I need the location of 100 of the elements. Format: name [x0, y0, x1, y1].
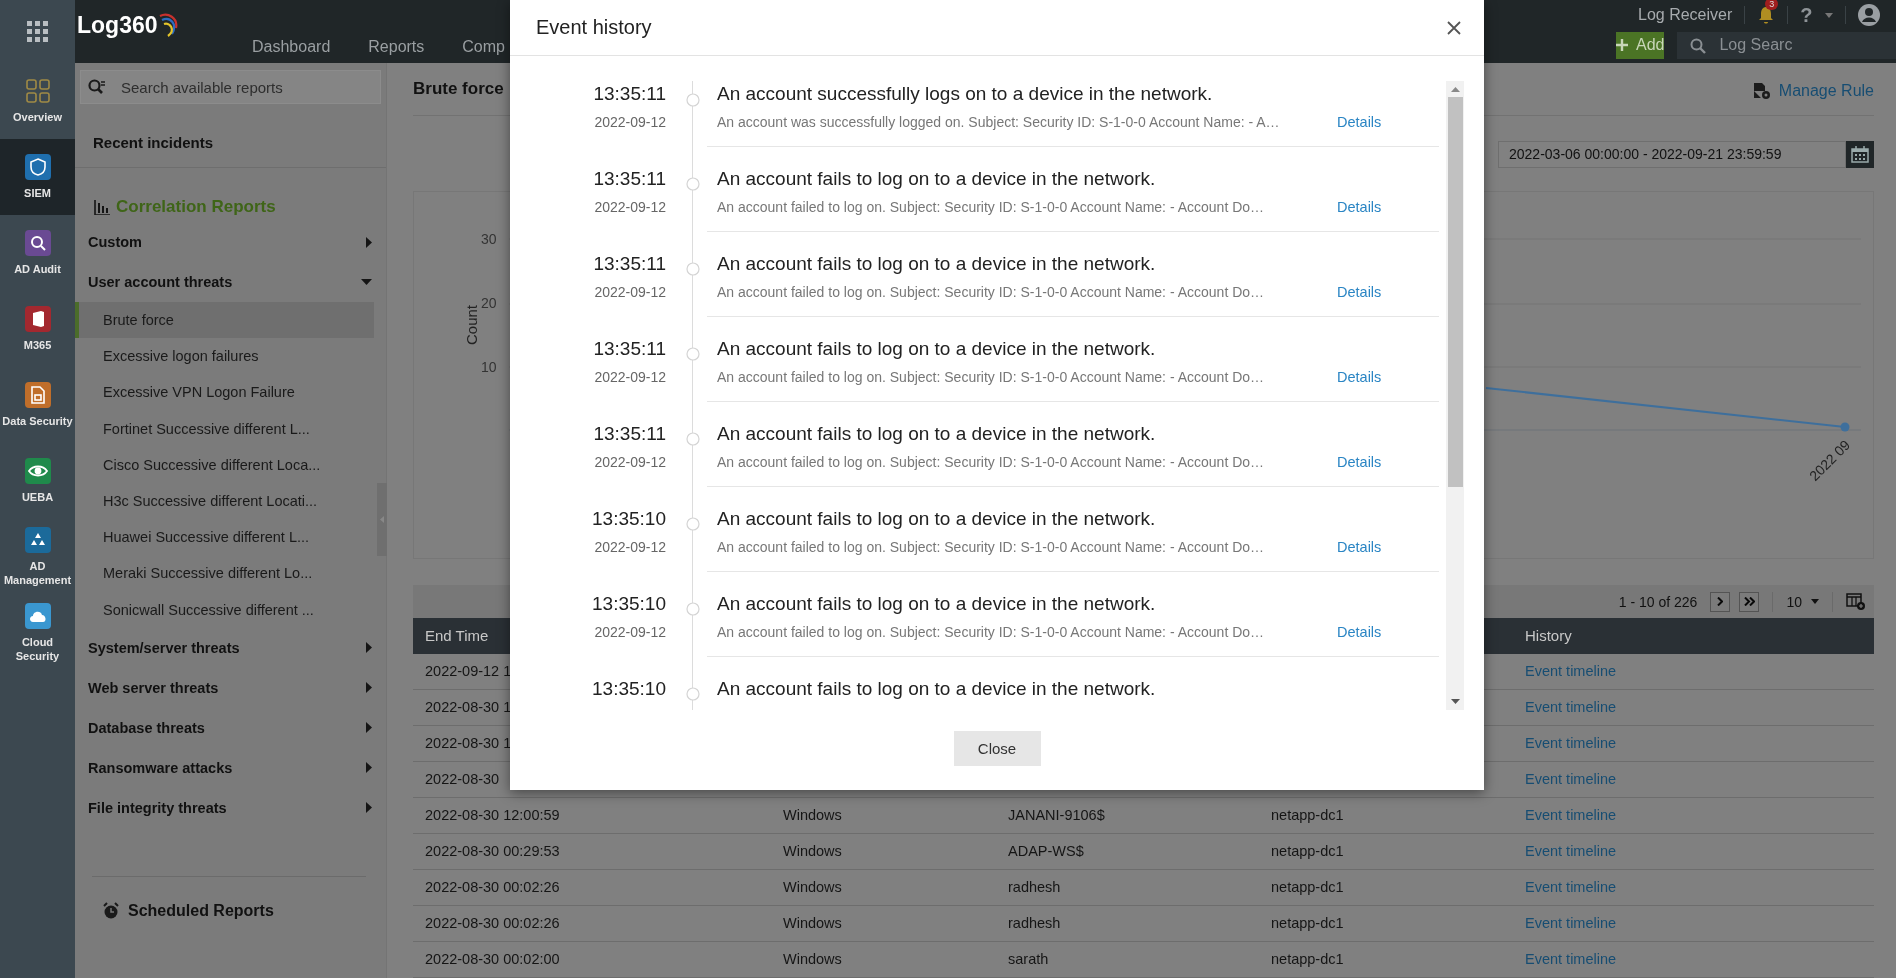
details-link[interactable]: Details: [1337, 114, 1382, 130]
event-timeline-link[interactable]: Event timeline: [1525, 735, 1617, 752]
scrollbar[interactable]: [1446, 81, 1464, 710]
y-tick-label: 30: [481, 230, 497, 247]
scheduled-reports-link[interactable]: Scheduled Reports: [128, 901, 274, 920]
report-title: Brute force: [413, 78, 504, 99]
report-item[interactable]: Excessive VPN Logon Failure: [75, 374, 374, 411]
report-item[interactable]: Cisco Successive different Loca...: [75, 446, 374, 483]
report-group[interactable]: File integrity threats: [80, 787, 386, 828]
log-receiver-link[interactable]: Log Receiver: [1638, 6, 1733, 24]
event-timeline-link[interactable]: Event timeline: [1525, 879, 1617, 896]
module-tab[interactable]: AD Audit: [0, 215, 75, 291]
report-item[interactable]: Huawei Successive different L...: [75, 519, 374, 556]
event-title: An account fails to log on to a device in the network.: [717, 422, 1157, 446]
report-group[interactable]: User account threats: [80, 262, 386, 302]
report-item[interactable]: Fortinet Successive different L...: [75, 410, 374, 447]
nav-tab[interactable]: Dashboard: [252, 38, 331, 56]
module-tab[interactable]: SIEM: [0, 139, 75, 215]
report-item[interactable]: Brute force: [75, 302, 374, 339]
event-time: 13:35:11: [593, 252, 666, 276]
details-link[interactable]: Details: [1337, 199, 1382, 215]
caret-right-icon: [366, 802, 372, 814]
event-description: An account was successfully logged on. Subject: Security ID: S-1-0-0 Account Name: - A…: [717, 114, 1281, 130]
report-search-field[interactable]: Search available reports: [80, 70, 381, 104]
report-item[interactable]: Sonicwall Successive different ...: [75, 591, 374, 628]
data-point: [1840, 422, 1850, 432]
column-header[interactable]: History: [1513, 627, 1874, 645]
table-cell: 2022-08-30 00:02:26: [425, 879, 560, 896]
event-timeline-link[interactable]: Event timeline: [1525, 843, 1617, 860]
bell-icon[interactable]: [1757, 5, 1776, 25]
close-icon[interactable]: [1447, 20, 1461, 35]
event-time: 13:35:11: [593, 337, 666, 361]
report-group[interactable]: System/server threats: [80, 627, 386, 668]
report-group[interactable]: Database threats: [80, 707, 386, 748]
event-timeline-link[interactable]: Event timeline: [1525, 663, 1617, 680]
last-page-button[interactable]: [1739, 591, 1760, 612]
table-cell: Windows: [783, 915, 842, 932]
event-timeline-link[interactable]: Event timeline: [1525, 915, 1617, 932]
add-button[interactable]: Add: [1616, 31, 1665, 59]
collapse-handle[interactable]: [377, 483, 387, 556]
event-timeline-link[interactable]: Event timeline: [1525, 807, 1617, 824]
plus-icon: [1616, 39, 1628, 51]
close-button[interactable]: Close: [953, 730, 1041, 766]
caret-right-icon: [366, 236, 372, 248]
table-cell: radhesh: [1008, 879, 1061, 896]
module-tab[interactable]: Cloud Security: [0, 595, 75, 671]
module-tab[interactable]: UEBA: [0, 443, 75, 519]
module-icon: [24, 527, 51, 553]
event-timeline-link[interactable]: Event timeline: [1525, 951, 1617, 968]
report-group[interactable]: Ransomware attacks: [80, 747, 386, 788]
column-settings-icon[interactable]: [1846, 593, 1866, 611]
caret-icon: [1824, 12, 1833, 18]
event-timeline-link[interactable]: Event timeline: [1525, 771, 1617, 788]
timeline-node-icon: [686, 432, 700, 446]
details-link[interactable]: Details: [1337, 539, 1382, 555]
page-size-select[interactable]: 10: [1786, 593, 1802, 610]
module-tab[interactable]: Data Security: [0, 367, 75, 443]
report-item[interactable]: Excessive logon failures: [75, 338, 374, 375]
module-tab[interactable]: AD Management: [0, 519, 75, 595]
event-description: An account failed to log on. Subject: Security ID: S-1-0-0 Account Name: - Account Do…: [717, 284, 1266, 300]
grid-icon: [24, 78, 51, 104]
event-time: 13:35:11: [593, 422, 666, 446]
event-title: An account fails to log on to a device in the network.: [717, 592, 1157, 616]
table-cell: netapp-dc1: [1271, 951, 1344, 968]
event-timeline-link[interactable]: Event timeline: [1525, 699, 1617, 716]
event-date: 2022-09-12: [594, 114, 666, 130]
app-grid-icon[interactable]: [26, 20, 49, 43]
module-tab[interactable]: M365: [0, 291, 75, 367]
help-button[interactable]: ?: [1800, 3, 1813, 27]
log-search-field[interactable]: Log Searc: [1677, 31, 1896, 59]
next-page-button[interactable]: [1710, 591, 1731, 612]
nav-tab[interactable]: Reports: [368, 38, 425, 56]
avatar-icon[interactable]: [1857, 4, 1880, 26]
timeline-node-icon: [686, 687, 700, 701]
calendar-button[interactable]: [1846, 140, 1874, 168]
search-icon: [88, 79, 106, 95]
report-group[interactable]: Web server threats: [80, 667, 386, 708]
event-title: An account fails to log on to a device in the network.: [717, 167, 1157, 191]
details-link[interactable]: Details: [1337, 369, 1382, 385]
nav-tab[interactable]: Comp: [462, 38, 505, 56]
table-cell: 2022-08-30 12:00:59: [425, 807, 560, 824]
report-item[interactable]: Meraki Successive different Lo...: [75, 555, 374, 592]
report-item[interactable]: H3c Successive different Locati...: [75, 482, 374, 520]
date-range-field[interactable]: 2022-03-06 00:00:00 - 2022-09-21 23:59:59: [1498, 140, 1846, 168]
event-date: 2022-09-12: [594, 454, 666, 470]
event-time: 13:35:11: [593, 167, 666, 191]
details-link[interactable]: Details: [1337, 624, 1382, 640]
calendar-icon: [1851, 145, 1869, 163]
bar-chart-icon: [94, 199, 110, 215]
table-cell: Windows: [783, 843, 842, 860]
details-link[interactable]: Details: [1337, 284, 1382, 300]
caret-right-icon: [366, 642, 372, 654]
recent-incidents-link[interactable]: Recent incidents: [80, 104, 386, 167]
details-link[interactable]: Details: [1337, 454, 1382, 470]
notification-badge: 3: [1765, 0, 1779, 10]
report-group[interactable]: Custom: [80, 222, 386, 262]
module-tab[interactable]: Overview: [0, 63, 75, 139]
chevron-right-icon: [1717, 597, 1724, 607]
manage-rule-link[interactable]: Manage Rule: [1752, 81, 1874, 100]
timeline-node-icon: [686, 177, 700, 191]
